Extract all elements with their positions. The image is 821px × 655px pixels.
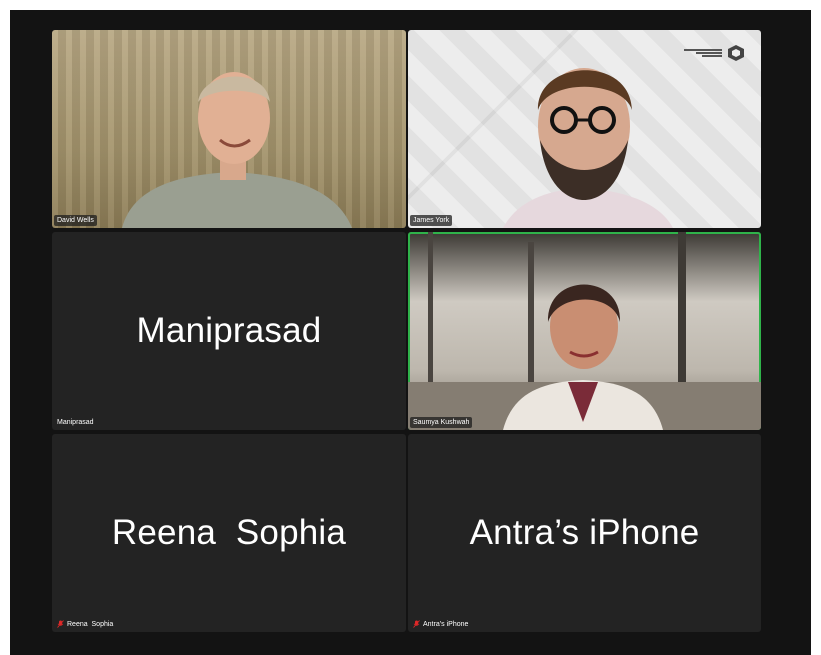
video-tile-saumya-kushwah[interactable]: Saumya Kushwah [408, 232, 761, 430]
participant-name-label: Saumya Kushwah [410, 417, 473, 428]
video-tile-reena-sophia[interactable]: Reena Sophia Reena Sophia [52, 434, 406, 632]
video-tile-david-wells[interactable]: David Wells [52, 30, 406, 228]
logo-text-lines [684, 49, 722, 57]
company-logo [684, 44, 745, 62]
participant-display-name: Antra’s iPhone [469, 513, 700, 552]
meeting-gallery-view: David Wells James York Maniprasad Manipr… [10, 10, 811, 655]
participant-name-label: Maniprasad [57, 419, 94, 426]
participant-display-name: Maniprasad [136, 311, 322, 350]
video-tile-james-york[interactable]: James York [408, 30, 761, 228]
microphone-muted-icon [57, 620, 64, 628]
microphone-muted-icon [413, 620, 420, 628]
video-tile-maniprasad[interactable]: Maniprasad Maniprasad [52, 232, 406, 430]
participant-name-label: David Wells [54, 215, 97, 226]
participant-video-feed [122, 72, 352, 228]
participant-name-label: James York [410, 215, 453, 226]
video-tile-antras-iphone[interactable]: Antra’s iPhone Antra’s iPhone [408, 434, 761, 632]
participant-name-label: Antra’s iPhone [410, 618, 471, 630]
participant-display-name: Reena Sophia [111, 513, 347, 552]
participant-name-label: Reena Sophia [54, 618, 116, 630]
logo-mark-icon [728, 45, 744, 61]
participant-video-feed [408, 232, 761, 430]
